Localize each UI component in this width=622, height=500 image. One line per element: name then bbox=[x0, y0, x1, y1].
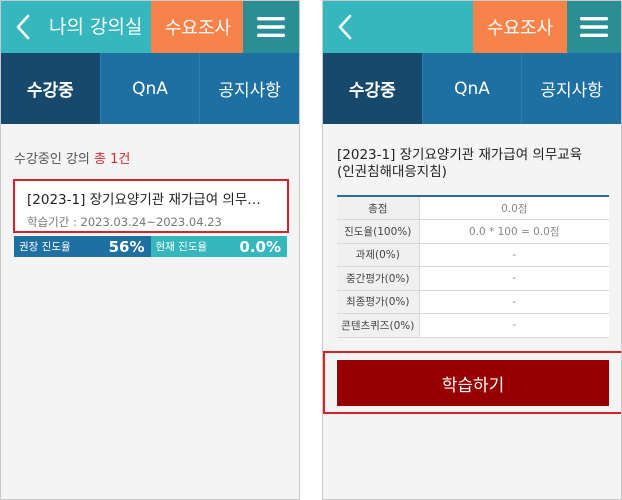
study-button[interactable]: 학습하기 bbox=[337, 360, 609, 406]
recommended-progress-value: 56% bbox=[108, 237, 145, 256]
course-card[interactable]: [2023-1] 장기요양기관 재가급여 의무교육 (인권침해대응지침) 학습기… bbox=[13, 179, 289, 233]
table-row: 중간평가(0%) - bbox=[337, 266, 609, 291]
chevron-left-icon bbox=[338, 14, 352, 40]
course-period: 학습기간 : 2023.03.24~2023.04.23 bbox=[27, 215, 222, 229]
current-progress-label: 현재 진도율 bbox=[155, 241, 208, 253]
progress-row: 권장 진도율 56% 현재 진도율 0.0% bbox=[14, 236, 287, 257]
assignment-value: - bbox=[419, 243, 609, 267]
content-area: [2023-1] 장기요양기관 재가급여 의무교육 (인권침해대응지침) 총점 0… bbox=[323, 124, 621, 499]
recommended-progress-label: 권장 진도율 bbox=[19, 241, 71, 253]
course-count: 수강중인 강의 총 1건 bbox=[14, 148, 130, 167]
course-detail-screen: 수요조사 수강중 QnA 공지사항 [2023-1] 장기요양기관 재가급여 의… bbox=[322, 0, 622, 500]
menu-button[interactable] bbox=[243, 1, 299, 53]
course-count-total: 총 1건 bbox=[94, 152, 131, 167]
chevron-left-icon bbox=[16, 14, 30, 40]
content-area: 수강중인 강의 총 1건 [2023-1] 장기요양기관 재가급여 의무교육 (… bbox=[1, 124, 299, 499]
final-value: - bbox=[419, 290, 609, 314]
tab-bar: 수강중 QnA 공지사항 bbox=[323, 53, 621, 124]
final-label: 최종평가(0%) bbox=[337, 290, 420, 314]
midterm-label: 중간평가(0%) bbox=[337, 266, 420, 291]
page-title: 나의 강의실 bbox=[49, 16, 143, 38]
score-value: 0.0점 bbox=[419, 196, 609, 220]
tab-qna[interactable]: QnA bbox=[421, 53, 522, 124]
table-row: 총점 0.0점 bbox=[337, 196, 609, 220]
tab-notices[interactable]: 공지사항 bbox=[521, 53, 621, 124]
table-row: 진도율(100%) 0.0 * 100 = 0.0점 bbox=[337, 219, 609, 244]
course-title: [2023-1] 장기요양기관 재가급여 의무교육 (인권침해대응지침) bbox=[27, 192, 267, 208]
course-count-label: 수강중인 강의 bbox=[14, 152, 95, 167]
tab-enrolled[interactable]: 수강중 bbox=[323, 53, 422, 124]
tab-bar: 수강중 QnA 공지사항 bbox=[1, 53, 299, 124]
survey-button[interactable]: 수요조사 bbox=[151, 1, 245, 53]
midterm-value: - bbox=[419, 266, 609, 291]
tab-enrolled[interactable]: 수강중 bbox=[1, 53, 100, 124]
menu-button[interactable] bbox=[567, 1, 621, 53]
study-button-highlight: 학습하기 bbox=[323, 351, 621, 414]
recommended-progress: 권장 진도율 56% bbox=[14, 236, 151, 257]
assignment-label: 과제(0%) bbox=[337, 243, 420, 267]
score-table: 총점 0.0점 진도율(100%) 0.0 * 100 = 0.0점 과제(0%) -… bbox=[337, 195, 609, 338]
survey-button[interactable]: 수요조사 bbox=[473, 1, 567, 53]
course-detail-title: [2023-1] 장기요양기관 재가급여 의무교육 (인권침해대응지침) bbox=[337, 147, 583, 180]
progress-label: 진도율(100%) bbox=[337, 219, 420, 244]
table-row: 최종평가(0%) - bbox=[337, 290, 609, 314]
score-label: 총점 bbox=[337, 196, 420, 220]
hamburger-menu-icon bbox=[257, 17, 285, 37]
table-row: 과제(0%) - bbox=[337, 243, 609, 267]
app-bar: 수요조사 bbox=[323, 1, 621, 53]
tab-notices[interactable]: 공지사항 bbox=[199, 53, 299, 124]
app-bar: 나의 강의실 수요조사 bbox=[1, 1, 299, 53]
course-list-screen: 나의 강의실 수요조사 수강중 QnA 공지사항 수강중인 강의 총 1건 [2… bbox=[0, 0, 300, 500]
table-row: 콘텐츠퀴즈(0%) - bbox=[337, 313, 609, 338]
quiz-value: - bbox=[419, 313, 609, 338]
current-progress-value: 0.0% bbox=[239, 237, 281, 256]
hamburger-menu-icon bbox=[580, 17, 608, 37]
quiz-label: 콘텐츠퀴즈(0%) bbox=[337, 313, 420, 338]
tab-qna[interactable]: QnA bbox=[99, 53, 200, 124]
back-button[interactable] bbox=[5, 1, 41, 53]
back-button[interactable] bbox=[327, 1, 363, 53]
progress-value: 0.0 * 100 = 0.0점 bbox=[419, 219, 609, 244]
current-progress: 현재 진도율 0.0% bbox=[150, 236, 287, 257]
